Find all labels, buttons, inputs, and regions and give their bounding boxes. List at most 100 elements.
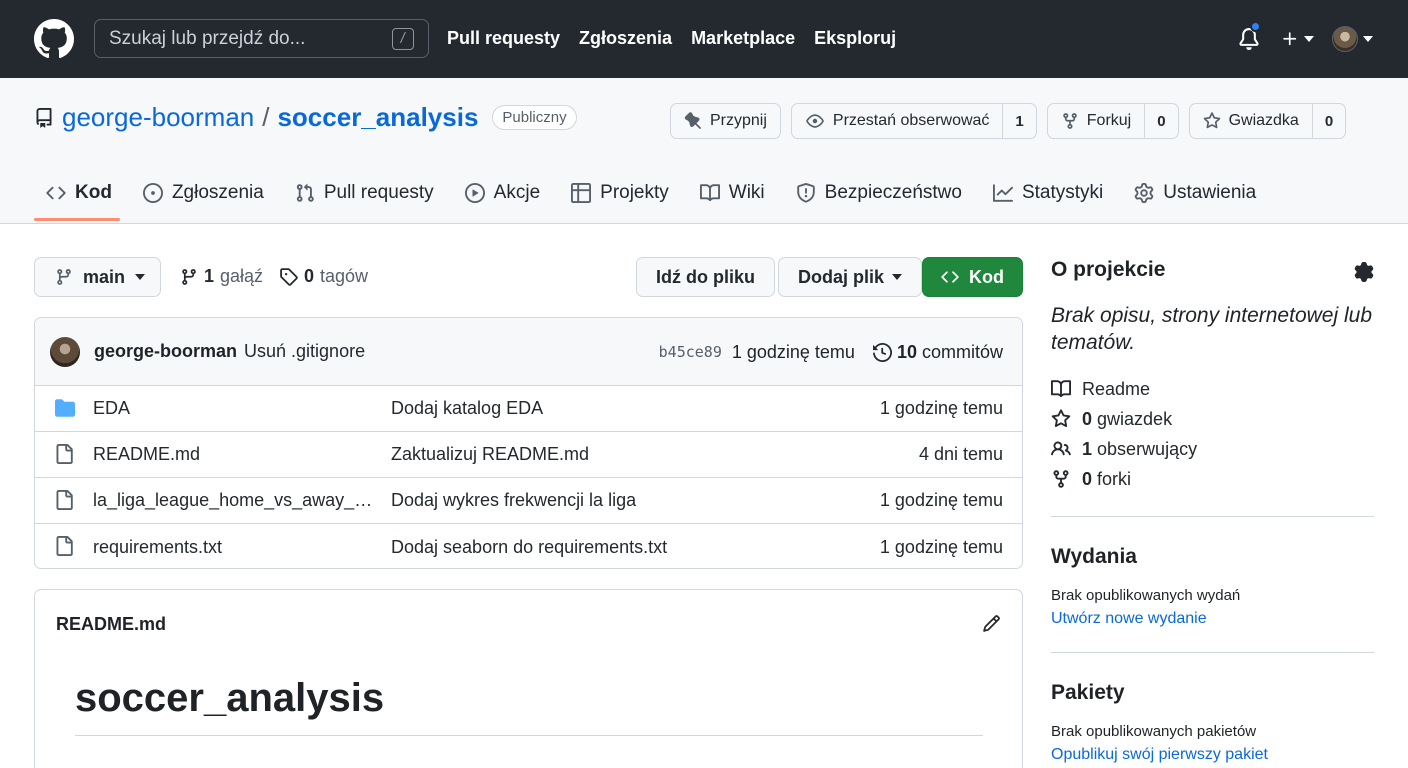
forks-link[interactable]: 0 forki xyxy=(1051,464,1374,494)
file-name-link[interactable]: README.md xyxy=(93,444,373,465)
code-clone-button[interactable]: Kod xyxy=(922,257,1023,297)
chevron-down-icon xyxy=(1363,36,1373,42)
branch-count-label: gałąź xyxy=(220,266,264,286)
tab-wiki[interactable]: Wiki xyxy=(688,178,777,208)
file-name-link[interactable]: requirements.txt xyxy=(93,537,373,558)
repo-title: george-boorman / soccer_analysis Publicz… xyxy=(34,102,577,133)
tab-label: Kod xyxy=(75,182,112,203)
go-to-file-button[interactable]: Idź do pliku xyxy=(636,257,775,297)
packages-title[interactable]: Pakiety xyxy=(1051,681,1374,705)
global-nav: Pull requesty Zgłoszenia Marketplace Eks… xyxy=(447,28,896,49)
repo-path-separator: / xyxy=(262,102,270,132)
code-icon xyxy=(46,186,66,200)
file-commit-time: 1 godzinę temu xyxy=(879,490,1003,510)
file-commit-message-link[interactable]: Zaktualizuj README.md xyxy=(391,444,589,465)
file-name-link[interactable]: EDA xyxy=(93,398,373,419)
tab-label: Bezpieczeństwo xyxy=(824,182,962,203)
branches-link[interactable]: 1 gałąź xyxy=(180,266,263,287)
fork-count: 0 xyxy=(1144,104,1177,138)
commit-message-link[interactable]: Usuń .gitignore xyxy=(244,341,365,362)
book-icon xyxy=(1051,380,1071,398)
active-tab-indicator xyxy=(34,218,120,221)
readme-link[interactable]: Readme xyxy=(1051,374,1374,404)
github-logo-icon[interactable] xyxy=(34,19,74,59)
tab-settings[interactable]: Ustawienia xyxy=(1122,178,1268,208)
tags-link[interactable]: 0 tagów xyxy=(279,266,368,287)
tag-count-label: tagów xyxy=(320,266,369,286)
nav-pull-requests[interactable]: Pull requesty xyxy=(447,28,560,49)
file-icon xyxy=(56,536,73,556)
divider xyxy=(1051,652,1374,653)
repo-owner-link[interactable]: george-boorman xyxy=(62,102,254,133)
repo-tabs: Kod Zgłoszenia Pull requesty Akcje Proje… xyxy=(34,178,1275,208)
tag-count: 0 xyxy=(304,266,315,286)
global-search-input[interactable]: Szukaj lub przejdź do... / xyxy=(94,19,429,58)
add-file-button[interactable]: Dodaj plik xyxy=(778,257,923,297)
branch-count: 1 xyxy=(204,266,215,286)
tab-label: Akcje xyxy=(493,182,541,203)
tab-projects[interactable]: Projekty xyxy=(559,178,681,208)
commit-history-link[interactable]: 10 commitów xyxy=(872,342,1003,363)
releases-title[interactable]: Wydania xyxy=(1051,545,1374,569)
search-shortcut-key: / xyxy=(392,27,414,50)
history-icon xyxy=(872,342,892,362)
readme-filename: README.md xyxy=(56,614,167,634)
file-commit-message-link[interactable]: Dodaj seaborn do requirements.txt xyxy=(391,537,667,558)
commit-author-link[interactable]: george-boorman xyxy=(94,341,237,362)
commit-time: 1 godzinę temu xyxy=(731,341,855,362)
star-button[interactable]: Gwiazdka 0 xyxy=(1188,103,1347,139)
issue-icon xyxy=(142,183,163,203)
tab-security[interactable]: Bezpieczeństwo xyxy=(784,178,974,208)
file-name-link[interactable]: la_liga_league_home_vs_away_att... xyxy=(93,490,373,511)
commit-sha-link[interactable]: b45ce89 xyxy=(659,343,722,361)
table-row[interactable]: EDA Dodaj katalog EDA 1 godzinę temu xyxy=(35,386,1022,432)
file-icon xyxy=(56,444,73,464)
tab-actions[interactable]: Akcje xyxy=(453,178,552,208)
code-button-label: Kod xyxy=(969,266,1004,287)
file-commit-message-link[interactable]: Dodaj wykres frekwencji la liga xyxy=(391,490,636,511)
edit-readme-button[interactable] xyxy=(982,614,1001,633)
repo-name-link[interactable]: soccer_analysis xyxy=(277,102,478,133)
book-icon xyxy=(699,184,720,202)
fork-button[interactable]: Forkuj 0 xyxy=(1046,103,1179,139)
unwatch-button[interactable]: Przestań obserwować 1 xyxy=(790,103,1037,139)
edit-about-button[interactable] xyxy=(1354,262,1374,282)
branch-selector[interactable]: main xyxy=(34,257,161,297)
tab-pull-requests[interactable]: Pull requesty xyxy=(283,178,446,208)
tab-code[interactable]: Kod xyxy=(34,178,124,208)
fork-label: Forkuj xyxy=(1086,112,1132,129)
code-icon xyxy=(941,271,959,283)
create-release-link[interactable]: Utwórz nowe wydanie xyxy=(1051,610,1374,628)
branch-icon xyxy=(182,268,196,285)
table-row[interactable]: la_liga_league_home_vs_away_att... Dodaj… xyxy=(35,478,1022,524)
commit-meta: b45ce89 1 godzinę temu 10 commitów xyxy=(659,318,1003,386)
file-commit-time: 4 dni temu xyxy=(918,444,1003,464)
repo-actions: Przypnij Przestań obserwować 1 Forkuj 0 … xyxy=(670,103,1347,139)
divider xyxy=(1051,516,1374,517)
nav-marketplace[interactable]: Marketplace xyxy=(691,28,795,49)
fork-icon xyxy=(1063,113,1077,129)
publish-package-link[interactable]: Opublikuj swój pierwszy pakiet xyxy=(1051,746,1374,764)
table-row[interactable]: README.md Zaktualizuj README.md 4 dni te… xyxy=(35,432,1022,478)
fork-icon xyxy=(1053,470,1069,488)
file-commit-message-link[interactable]: Dodaj katalog EDA xyxy=(391,398,543,419)
tab-issues[interactable]: Zgłoszenia xyxy=(131,178,276,208)
create-new-dropdown[interactable] xyxy=(1281,30,1314,48)
go-to-file-label: Idź do pliku xyxy=(656,266,755,287)
nav-issues[interactable]: Zgłoszenia xyxy=(579,28,672,49)
pin-button[interactable]: Przypnij xyxy=(670,103,781,139)
play-icon xyxy=(464,183,485,203)
star-label: Gwiazdka xyxy=(1228,112,1299,129)
watchers-link[interactable]: 1 obserwujący xyxy=(1051,434,1374,464)
tab-insights[interactable]: Statystyki xyxy=(981,178,1115,208)
stars-link[interactable]: 0 gwiazdek xyxy=(1051,404,1374,434)
pencil-icon xyxy=(983,615,1000,632)
forks-label: forki xyxy=(1097,468,1132,489)
stars-label: gwiazdek xyxy=(1097,408,1173,429)
avatar[interactable] xyxy=(50,336,80,367)
forks-count: 0 xyxy=(1082,468,1093,489)
user-menu-dropdown[interactable] xyxy=(1332,26,1373,52)
star-icon xyxy=(1051,409,1071,428)
table-row[interactable]: requirements.txt Dodaj seaborn do requir… xyxy=(35,524,1022,568)
nav-explore[interactable]: Eksploruj xyxy=(814,28,896,49)
